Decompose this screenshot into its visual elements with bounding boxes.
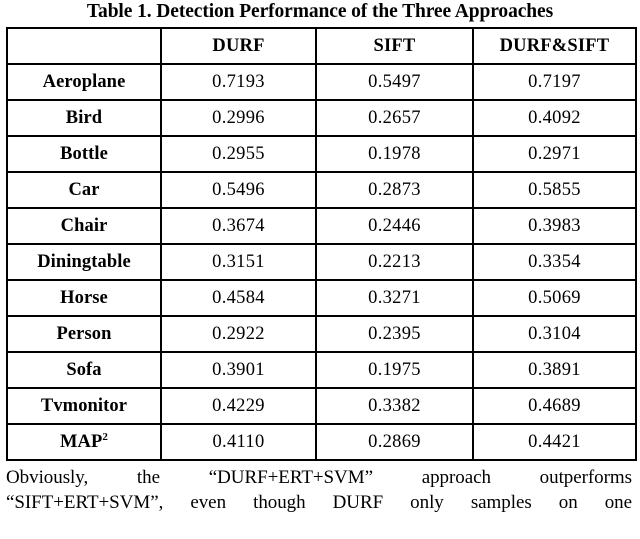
table-row: Aeroplane 0.7193 0.5497 0.7197 — [6, 63, 637, 101]
table-row: Horse 0.4584 0.3271 0.5069 — [6, 279, 637, 317]
table-row: Sofa 0.3901 0.1975 0.3891 — [6, 351, 637, 389]
cell-durf: 0.3901 — [160, 351, 317, 389]
cell-durf-sift: 0.4689 — [472, 387, 637, 425]
cell-sift: 0.2869 — [315, 423, 474, 461]
column-header-durf-sift: DURF&SIFT — [472, 27, 637, 65]
paragraph: Obviously, the “DURF+ERT+SVM” approach o… — [6, 465, 632, 515]
document-page: Table 1. Detection Performance of the Th… — [0, 0, 640, 539]
column-header-sift: SIFT — [315, 27, 474, 65]
row-label: Person — [6, 315, 162, 353]
cell-durf: 0.2996 — [160, 99, 317, 137]
body-line-2: “SIFT+ERT+SVM”, even though DURF only sa… — [6, 492, 632, 513]
cell-durf: 0.4110 — [160, 423, 317, 461]
cell-sift: 0.2395 — [315, 315, 474, 353]
row-label: Tvmonitor — [6, 387, 162, 425]
row-label-map-text: MAP — [59, 432, 103, 452]
cell-durf-sift: 0.3354 — [472, 243, 637, 281]
row-label: Bird — [6, 99, 162, 137]
cell-durf-sift: 0.3891 — [472, 351, 637, 389]
cell-durf: 0.3151 — [160, 243, 317, 281]
row-label: Car — [6, 171, 162, 209]
cell-durf: 0.7193 — [160, 63, 317, 101]
cell-durf-sift: 0.3104 — [472, 315, 637, 353]
row-label-map: MAP2 — [6, 423, 162, 461]
table-row: Tvmonitor 0.4229 0.3382 0.4689 — [6, 387, 637, 425]
cell-sift: 0.2873 — [315, 171, 474, 209]
row-label: Aeroplane — [6, 63, 162, 101]
column-header-blank — [6, 27, 162, 65]
cell-durf: 0.2955 — [160, 135, 317, 173]
cell-sift: 0.2213 — [315, 243, 474, 281]
table-row: Person 0.2922 0.2395 0.3104 — [6, 315, 637, 353]
table-container: DURF SIFT DURF&SIFT Aeroplane 0.7193 0.5… — [0, 27, 640, 461]
detection-performance-table: DURF SIFT DURF&SIFT Aeroplane 0.7193 0.5… — [6, 27, 637, 461]
row-label: Horse — [6, 279, 162, 317]
body-paragraph: Obviously, the “DURF+ERT+SVM” approach o… — [0, 461, 640, 515]
table-row: Bird 0.2996 0.2657 0.4092 — [6, 99, 637, 137]
table-caption: Table 1. Detection Performance of the Th… — [86, 1, 554, 22]
table-row: Diningtable 0.3151 0.2213 0.3354 — [6, 243, 637, 281]
row-label: Sofa — [6, 351, 162, 389]
cell-durf-sift: 0.4421 — [472, 423, 637, 461]
table-row: Bottle 0.2955 0.1978 0.2971 — [6, 135, 637, 173]
table-row: Chair 0.3674 0.2446 0.3983 — [6, 207, 637, 245]
cell-durf-sift: 0.5855 — [472, 171, 637, 209]
table-row-map: MAP2 0.4110 0.2869 0.4421 — [6, 423, 637, 461]
cell-sift: 0.1978 — [315, 135, 474, 173]
row-label: Chair — [6, 207, 162, 245]
cell-durf-sift: 0.2971 — [472, 135, 637, 173]
cell-durf: 0.3674 — [160, 207, 317, 245]
column-header-durf: DURF — [160, 27, 317, 65]
table-row: Car 0.5496 0.2873 0.5855 — [6, 171, 637, 209]
cell-durf: 0.2922 — [160, 315, 317, 353]
cell-durf-sift: 0.3983 — [472, 207, 637, 245]
cell-sift: 0.1975 — [315, 351, 474, 389]
row-label: Bottle — [6, 135, 162, 173]
cell-sift: 0.3271 — [315, 279, 474, 317]
cell-durf-sift: 0.7197 — [472, 63, 637, 101]
cell-sift: 0.2446 — [315, 207, 474, 245]
cell-sift: 0.5497 — [315, 63, 474, 101]
cell-durf: 0.5496 — [160, 171, 317, 209]
cell-durf-sift: 0.5069 — [472, 279, 637, 317]
cell-durf: 0.4584 — [160, 279, 317, 317]
cell-durf-sift: 0.4092 — [472, 99, 637, 137]
body-line-1: Obviously, the “DURF+ERT+SVM” approach o… — [6, 467, 632, 488]
cell-durf: 0.4229 — [160, 387, 317, 425]
table-header-row: DURF SIFT DURF&SIFT — [6, 27, 637, 65]
footnote-marker: 2 — [102, 430, 109, 443]
cell-sift: 0.2657 — [315, 99, 474, 137]
cell-sift: 0.3382 — [315, 387, 474, 425]
row-label: Diningtable — [6, 243, 162, 281]
